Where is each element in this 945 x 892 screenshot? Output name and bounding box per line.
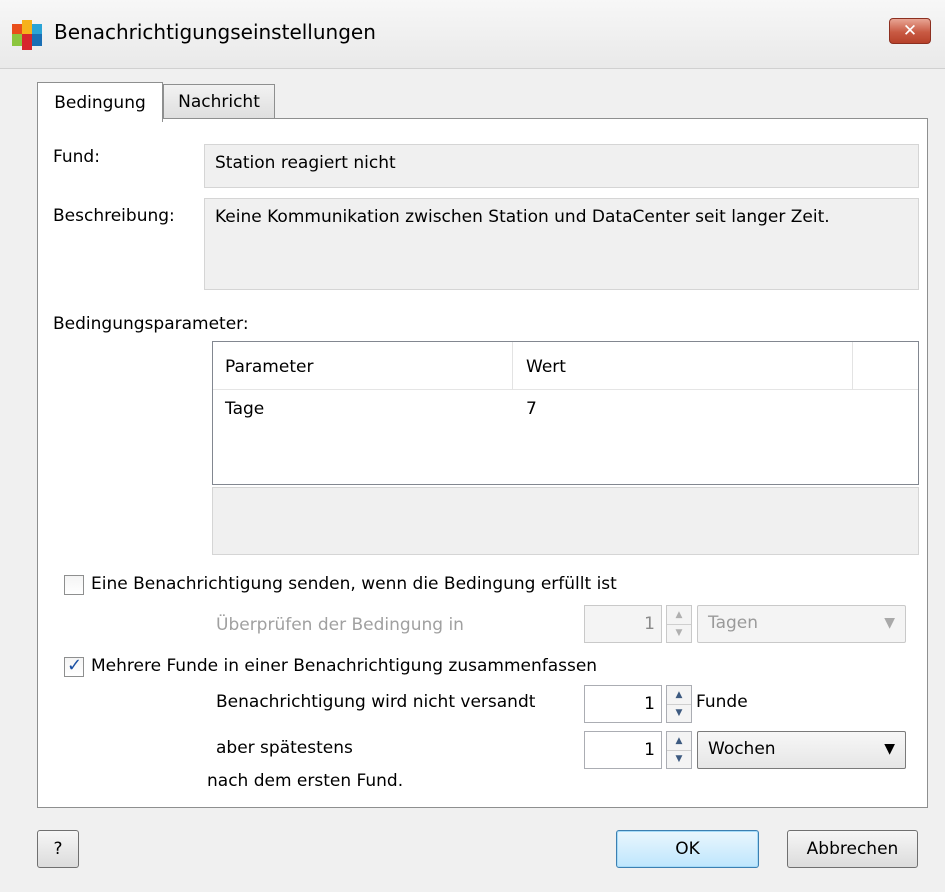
beschreibung-field: Keine Kommunikation zwischen Station und…: [204, 198, 919, 290]
check-interval-label: Überprüfen der Bedingung in: [216, 615, 464, 635]
check-interval-unit-select[interactable]: Tagen ▼: [697, 605, 906, 643]
parameter-description-box: [212, 487, 919, 555]
column-header-parameter[interactable]: Parameter: [225, 357, 313, 377]
chevron-down-icon: ▼: [884, 615, 895, 631]
column-divider[interactable]: [852, 342, 853, 390]
tab-nachricht[interactable]: Nachricht: [163, 84, 275, 119]
spin-up-icon[interactable]: ▲: [667, 606, 691, 625]
findings-count-spinner[interactable]: ▲ ▼: [666, 685, 692, 723]
not-sent-label: Benachrichtigung wird nicht versandt: [216, 692, 536, 712]
spin-down-icon[interactable]: ▼: [667, 750, 691, 768]
fund-field: Station reagiert nicht: [204, 144, 919, 188]
column-divider[interactable]: [512, 342, 513, 390]
ok-button[interactable]: OK: [616, 830, 759, 868]
latest-value-spinner[interactable]: ▲ ▼: [666, 731, 692, 769]
combine-findings-checkbox[interactable]: ✓: [64, 655, 84, 677]
latest-label: aber spätestens: [216, 738, 353, 758]
bedingungsparameter-label: Bedingungsparameter:: [53, 314, 249, 334]
combine-findings-label[interactable]: Mehrere Funde in einer Benachrichtigung …: [91, 656, 597, 676]
send-notification-label[interactable]: Eine Benachrichtigung senden, wenn die B…: [91, 574, 617, 594]
latest-unit-value: Wochen: [708, 739, 776, 759]
column-header-wert[interactable]: Wert: [526, 357, 566, 377]
help-button[interactable]: ?: [37, 830, 79, 868]
close-button[interactable]: ✕: [889, 18, 931, 44]
chevron-down-icon: ▼: [884, 741, 895, 757]
fund-label: Fund:: [53, 147, 100, 167]
cancel-button[interactable]: Abbrechen: [787, 830, 918, 868]
send-notification-checkbox[interactable]: [64, 575, 84, 595]
avg-logo-icon: [12, 20, 42, 50]
latest-value-input[interactable]: 1: [584, 731, 662, 769]
parameter-table[interactable]: Parameter Wert Tage 7: [212, 341, 919, 485]
findings-count-input[interactable]: 1: [584, 685, 662, 723]
latest-unit-select[interactable]: Wochen ▼: [697, 731, 906, 769]
findings-unit-label: Funde: [696, 692, 748, 712]
check-interval-unit-value: Tagen: [708, 613, 759, 633]
check-icon: ✓: [67, 655, 83, 676]
cell-parameter: Tage: [225, 399, 265, 419]
check-interval-spinner[interactable]: ▲ ▼: [666, 605, 692, 643]
check-interval-input[interactable]: 1: [584, 605, 662, 643]
spin-up-icon[interactable]: ▲: [667, 686, 691, 705]
tab-bedingung[interactable]: Bedingung: [37, 82, 163, 122]
window-title: Benachrichtigungseinstellungen: [54, 20, 376, 44]
after-first-finding-label: nach dem ersten Fund.: [207, 771, 404, 791]
close-icon: ✕: [902, 21, 918, 41]
spin-down-icon[interactable]: ▼: [667, 704, 691, 722]
spin-down-icon[interactable]: ▼: [667, 624, 691, 642]
cell-wert: 7: [526, 399, 537, 419]
spin-up-icon[interactable]: ▲: [667, 732, 691, 751]
table-header: Parameter Wert: [213, 342, 918, 390]
beschreibung-label: Beschreibung:: [53, 206, 175, 226]
